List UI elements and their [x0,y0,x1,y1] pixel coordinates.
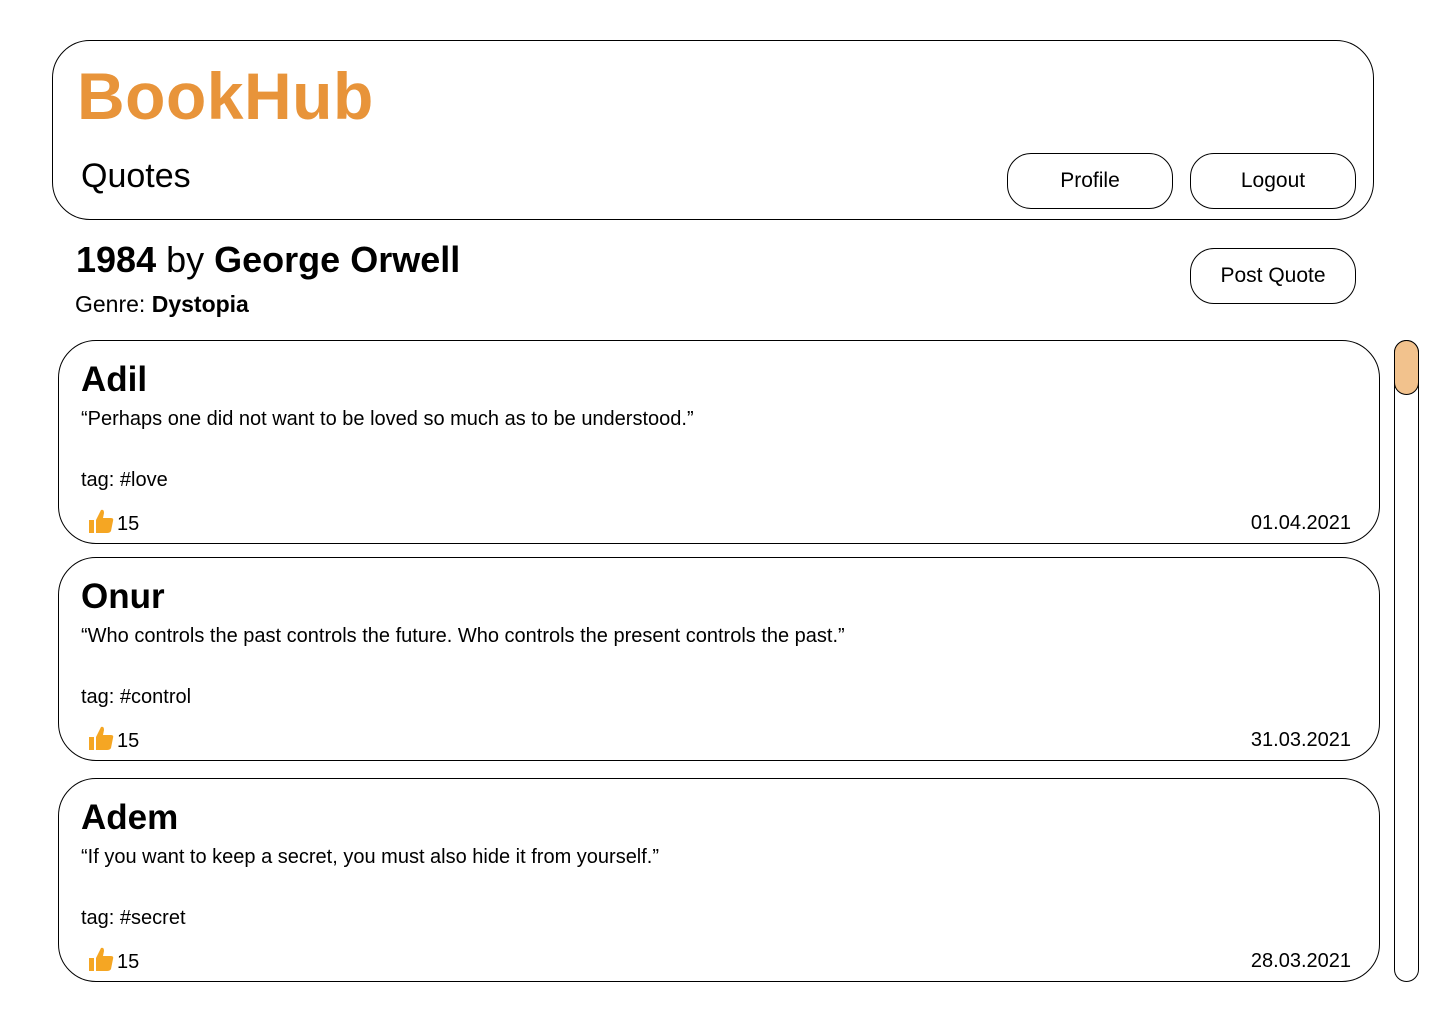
quote-date: 01.04.2021 [1250,512,1351,534]
quote-tag[interactable]: tag: #secret [81,907,186,929]
quote-author[interactable]: Onur [81,577,165,617]
app-header: BookHub Quotes Profile Logout [52,40,1374,220]
quote-card: Onur “Who controls the past controls the… [58,557,1380,761]
thumbs-up-icon[interactable] [87,507,115,535]
book-heading: 1984 by George Orwell [76,240,460,280]
logout-button[interactable]: Logout [1190,153,1356,209]
like-count: 15 [117,951,140,973]
post-quote-button[interactable]: Post Quote [1190,248,1356,304]
quote-author[interactable]: Adil [81,360,147,400]
page-title: Quotes [81,157,191,195]
book-by-word: by [166,239,205,280]
like-button[interactable]: 15 [87,507,139,535]
book-genre: Genre: Dystopia [75,291,249,317]
quote-author[interactable]: Adem [81,798,178,838]
like-button[interactable]: 15 [87,945,139,973]
profile-button[interactable]: Profile [1007,153,1173,209]
thumbs-up-icon[interactable] [87,724,115,752]
quote-card: Adem “If you want to keep a secret, you … [58,778,1380,982]
scrollbar-thumb[interactable] [1394,340,1419,395]
brand-logo[interactable]: BookHub [77,63,374,129]
quote-tag[interactable]: tag: #love [81,469,168,491]
quote-text: “If you want to keep a secret, you must … [81,846,660,868]
quote-text: “Who controls the past controls the futu… [81,625,845,647]
quote-date: 31.03.2021 [1250,729,1351,751]
genre-label: Genre: [75,291,146,317]
book-title: 1984 [76,239,157,280]
thumbs-up-icon[interactable] [87,945,115,973]
book-author[interactable]: George Orwell [214,239,460,280]
genre-value: Dystopia [151,291,249,317]
quote-card: Adil “Perhaps one did not want to be lov… [58,340,1380,544]
quote-date: 28.03.2021 [1250,950,1351,972]
like-count: 15 [117,513,140,535]
like-button[interactable]: 15 [87,724,139,752]
quote-text: “Perhaps one did not want to be loved so… [81,408,694,430]
quote-tag[interactable]: tag: #control [81,686,191,708]
scrollbar-track[interactable] [1394,340,1419,982]
like-count: 15 [117,730,140,752]
